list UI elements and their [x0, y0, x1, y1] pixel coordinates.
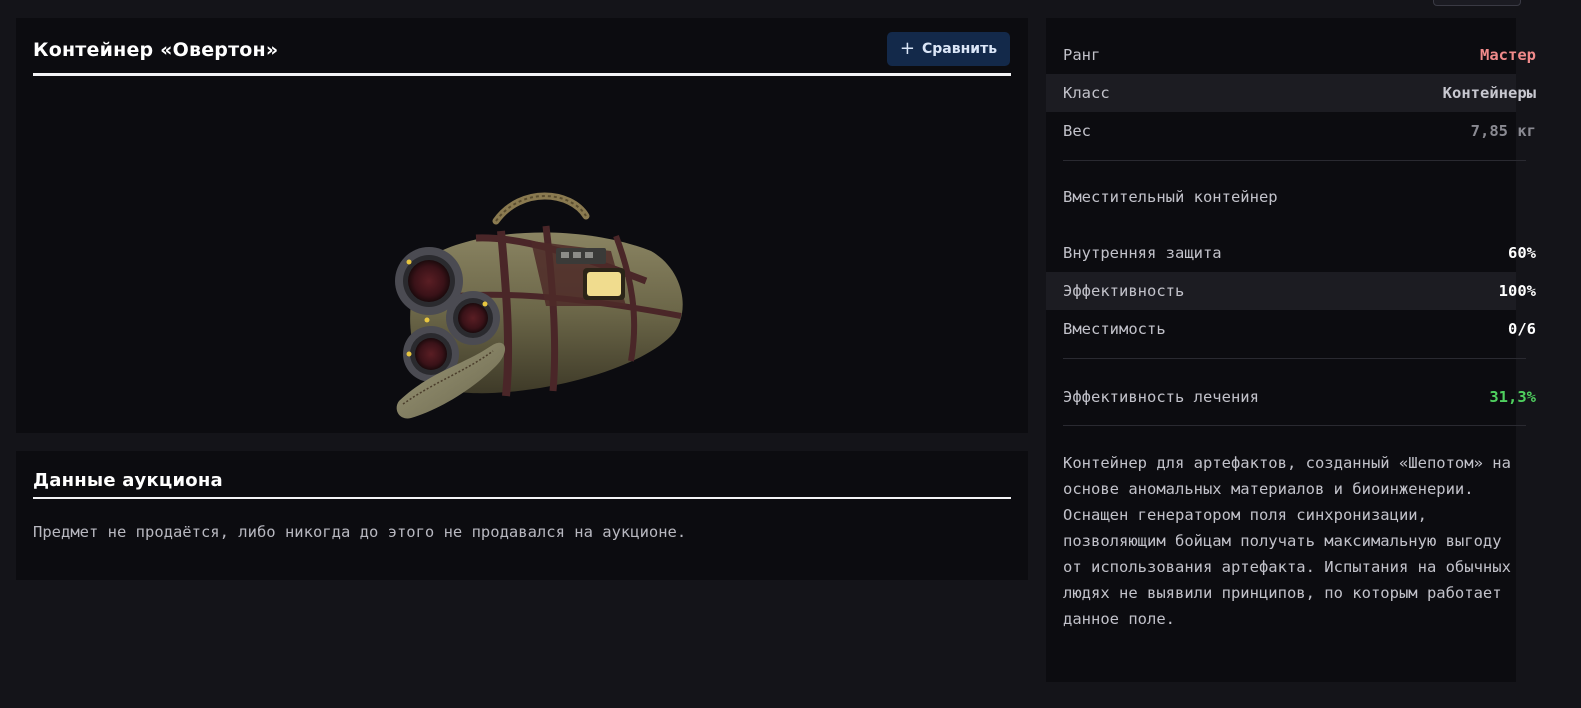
auction-title: Данные аукциона: [33, 470, 223, 491]
stat-row-capacity: Вместимость 0/6: [1046, 310, 1536, 348]
stat-row-weight: Вес 7,85 кг: [1046, 112, 1536, 150]
rank-label: Ранг: [1063, 46, 1101, 64]
plus-icon: +: [899, 38, 916, 59]
separator: [1063, 160, 1526, 161]
item-subtitle: Вместительный контейнер: [1063, 188, 1278, 206]
item-panel: Контейнер «Овертон» + Сравнить: [16, 18, 1028, 433]
stat-row-efficiency: Эффективность 100%: [1046, 272, 1536, 310]
compare-button[interactable]: + Сравнить: [887, 32, 1010, 66]
class-value: Контейнеры: [1442, 84, 1536, 102]
compare-label: Сравнить: [922, 41, 998, 57]
efficiency-label: Эффективность: [1063, 282, 1185, 300]
stat-row-class: Класс Контейнеры: [1046, 74, 1536, 112]
class-label: Класс: [1063, 84, 1110, 102]
stat-row-healing: Эффективность лечения 31,3%: [1046, 378, 1536, 416]
stat-row-protection: Внутренняя защита 60%: [1046, 234, 1536, 272]
efficiency-value: 100%: [1498, 282, 1536, 300]
separator: [1063, 358, 1526, 359]
protection-value: 60%: [1508, 244, 1536, 262]
rank-value: Мастер: [1480, 46, 1536, 64]
item-title: Контейнер «Овертон»: [33, 39, 279, 61]
stats-panel: Ранг Мастер Класс Контейнеры Вес 7,85 кг…: [1046, 18, 1536, 682]
auction-text: Предмет не продаётся, либо никогда до эт…: [33, 523, 687, 541]
protection-label: Внутренняя защита: [1063, 244, 1222, 262]
healing-label: Эффективность лечения: [1063, 388, 1259, 406]
top-button-edge[interactable]: [1433, 0, 1521, 6]
capacity-value: 0/6: [1508, 320, 1536, 338]
separator: [1063, 425, 1526, 426]
auction-divider: [33, 497, 1011, 499]
weight-label: Вес: [1063, 122, 1091, 140]
item-description: Контейнер для артефактов, созданный «Шеп…: [1063, 454, 1511, 628]
weight-value: 7,85 кг: [1470, 122, 1536, 140]
healing-value: 31,3%: [1489, 388, 1536, 406]
auction-panel: Данные аукциона Предмет не продаётся, ли…: [16, 451, 1028, 580]
stat-row-rank: Ранг Мастер: [1046, 36, 1536, 74]
container-image: [395, 192, 683, 419]
title-divider: [33, 73, 1011, 76]
capacity-label: Вместимость: [1063, 320, 1166, 338]
